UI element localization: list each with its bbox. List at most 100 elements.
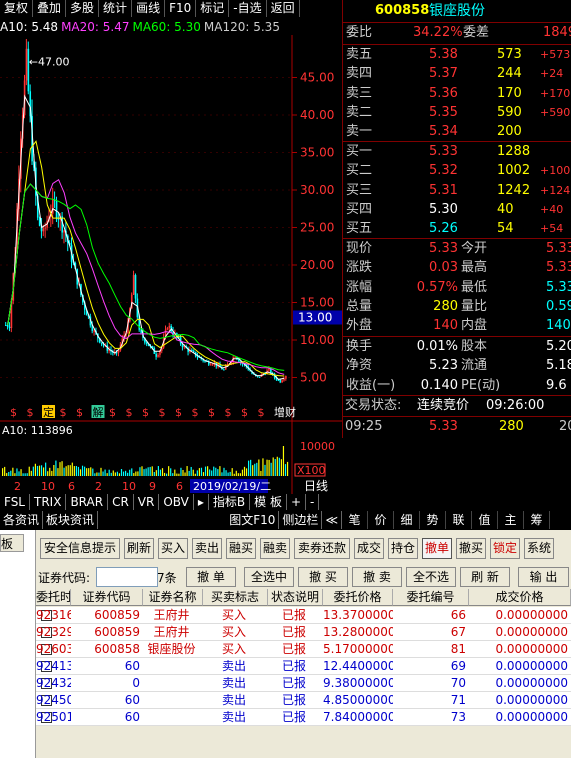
bid-row[interactable]: 买五 5.26 54 +54 bbox=[343, 220, 571, 239]
indicator-tab[interactable]: VR bbox=[134, 494, 160, 510]
bid-row[interactable]: 买三5.311242+1242 bbox=[343, 182, 571, 201]
volume-chart[interactable]: A10: 113896 10000 X100 2 10 6 2 10 9 6 2019/02/19/… bbox=[0, 422, 342, 494]
action-button[interactable]: 撤 卖 bbox=[352, 567, 402, 587]
action-button[interactable]: 撤 买 bbox=[298, 567, 348, 587]
indicator-tab[interactable]: CR bbox=[108, 494, 134, 510]
ask-row[interactable]: 卖一 5.34 200 bbox=[343, 123, 571, 142]
menu-item-6[interactable]: 标记 bbox=[196, 0, 230, 17]
quote-side-tab[interactable]: 值 bbox=[472, 511, 498, 529]
info-tab[interactable]: 板块资讯 bbox=[43, 511, 99, 529]
x-axis-tick: 9 bbox=[149, 480, 156, 493]
toolbar-button[interactable]: 撤单 bbox=[422, 538, 452, 559]
volume-bar bbox=[131, 468, 133, 476]
toolbar-button[interactable]: 安全信息提示 bbox=[40, 538, 120, 559]
order-row[interactable]: 92450 60 卖出 已报 4.85000000 71 0.00000000 bbox=[36, 692, 571, 709]
volume-bar bbox=[237, 473, 239, 476]
order-row[interactable]: 92432 0 卖出 已报 9.38000000 70 0.00000000 bbox=[36, 675, 571, 692]
column-header[interactable]: 委托时间 bbox=[36, 589, 71, 606]
indicator-tab[interactable]: BRAR bbox=[66, 494, 109, 510]
quote-side-tab[interactable]: 联 bbox=[446, 511, 472, 529]
action-button[interactable]: 输 出 bbox=[518, 567, 569, 587]
quote-side-tab[interactable]: 主 bbox=[498, 511, 524, 529]
toolbar-button[interactable]: 成交 bbox=[354, 538, 384, 559]
menu-item-5[interactable]: F10 bbox=[165, 0, 197, 17]
quote-side-tab[interactable]: 筹 bbox=[524, 511, 550, 529]
toolbar-button[interactable]: 卖出 bbox=[192, 538, 222, 559]
event-marker: $ bbox=[109, 406, 116, 419]
bid-row[interactable]: 买二5.321002+1002 bbox=[343, 162, 571, 181]
quote-side-tab[interactable]: 势 bbox=[420, 511, 446, 529]
order-row[interactable]: 92329 600859 王府井 买入 已报 13.28000000 67 0.0000000… bbox=[36, 624, 571, 641]
quote-side-tab[interactable]: 细 bbox=[394, 511, 420, 529]
candle-body bbox=[155, 353, 157, 357]
column-header[interactable]: 买卖标志 bbox=[203, 589, 268, 606]
indicator-tab[interactable]: 指标B bbox=[209, 494, 251, 510]
info-tab[interactable]: ≪ bbox=[322, 511, 342, 529]
toolbar-button[interactable]: 卖券还款 bbox=[294, 538, 350, 559]
x-axis-tick: 6 bbox=[176, 480, 183, 493]
indicator-tab[interactable]: + bbox=[287, 494, 307, 510]
ask-row[interactable]: 卖二 5.35 590 +590 bbox=[343, 104, 571, 123]
volume-bar bbox=[258, 459, 260, 476]
order-row[interactable]: 92603 600858 银座股份 买入 已报 5.17000000 81 0.0000000… bbox=[36, 641, 571, 658]
volume-bar bbox=[104, 469, 106, 476]
ask-row[interactable]: 卖三 5.36 170 +170 bbox=[343, 85, 571, 104]
indicator-tab[interactable]: OBV bbox=[159, 494, 194, 510]
table-cell: 0.00000000 bbox=[495, 710, 568, 724]
toolbar-button[interactable]: 持仓 bbox=[388, 538, 418, 559]
left-nav-tab[interactable]: 板 bbox=[0, 534, 24, 552]
column-header[interactable]: 证券代码 bbox=[71, 589, 143, 606]
indicator-tab[interactable]: 模 板 bbox=[250, 494, 287, 510]
candle-body bbox=[211, 364, 214, 366]
volume-bar bbox=[190, 466, 192, 476]
quote-side-tab[interactable]: 价 bbox=[368, 511, 394, 529]
ask-row[interactable]: 卖四 5.37 244 +24 bbox=[343, 65, 571, 84]
column-header[interactable]: 委托价格 bbox=[323, 589, 393, 606]
column-header[interactable]: 成交价格 bbox=[469, 589, 571, 606]
column-header[interactable]: 状态说明 bbox=[268, 589, 323, 606]
candle-body bbox=[132, 275, 135, 295]
toolbar-button[interactable]: 融卖 bbox=[260, 538, 290, 559]
volume-bar bbox=[172, 473, 174, 476]
indicator-tab[interactable]: ▸ bbox=[194, 494, 209, 510]
indicator-tab[interactable]: TRIX bbox=[30, 494, 67, 510]
quote-side-tab[interactable]: 笔 bbox=[342, 511, 368, 529]
toolbar-button[interactable]: 系统 bbox=[524, 538, 554, 559]
menu-item-3[interactable]: 统计 bbox=[99, 0, 133, 17]
menu-item-1[interactable]: 叠加 bbox=[33, 0, 67, 17]
info-tab[interactable]: 侧边栏 bbox=[279, 511, 323, 529]
menu-item-2[interactable]: 多股 bbox=[66, 0, 100, 17]
indicator-tab[interactable]: - bbox=[306, 494, 320, 510]
bid-row[interactable]: 买四 5.30 40 +40 bbox=[343, 201, 571, 220]
volume-bar bbox=[63, 467, 65, 476]
order-row[interactable]: 92413 60 卖出 已报 12.44000000 69 0.00000000 bbox=[36, 658, 571, 675]
info-tab[interactable]: 各资讯 bbox=[0, 511, 44, 529]
toolbar-button[interactable]: 撤买 bbox=[456, 538, 486, 559]
menu-item-7[interactable]: -自选 bbox=[229, 0, 267, 17]
candle-body bbox=[191, 349, 193, 351]
action-button[interactable]: 撤 单 bbox=[186, 567, 236, 587]
kline-chart[interactable]: 45.00 40.00 35.00 30.00 25.00 20.00 15.00 10.00… bbox=[0, 35, 342, 422]
toolbar-button[interactable]: 刷新 bbox=[124, 538, 154, 559]
stock-code-input[interactable] bbox=[96, 567, 158, 587]
action-button[interactable]: 全不选 bbox=[406, 567, 456, 587]
toolbar-button[interactable]: 锁定 bbox=[490, 538, 520, 559]
menu-item-8[interactable]: 返回 bbox=[267, 0, 300, 17]
stat-row: 涨跌 0.03 最高 5.33 bbox=[346, 260, 571, 276]
order-row[interactable]: 92316 600859 王府井 买入 已报 13.37000000 66 0.0000000… bbox=[36, 607, 571, 624]
info-tab[interactable]: 图文F10 bbox=[226, 511, 280, 529]
event-marker: $ bbox=[241, 406, 248, 419]
order-row[interactable]: 92501 60 卖出 已报 7.84000000 73 0.00000000 bbox=[36, 709, 571, 726]
menu-item-0[interactable]: 复权 bbox=[0, 0, 34, 17]
menu-item-4[interactable]: 画线 bbox=[132, 0, 166, 17]
toolbar-button[interactable]: 买入 bbox=[158, 538, 188, 559]
bid-row[interactable]: 买一 5.33 1288 bbox=[343, 143, 571, 162]
indicator-tab[interactable]: FSL bbox=[0, 494, 30, 510]
toolbar-button[interactable]: 融买 bbox=[226, 538, 256, 559]
action-button[interactable]: 刷 新 bbox=[460, 567, 510, 587]
ask-row[interactable]: 卖五 5.38 573 +573 bbox=[343, 46, 571, 65]
column-header[interactable]: 证券名称 bbox=[143, 589, 203, 606]
table-cell: 王府井 bbox=[153, 625, 190, 639]
action-button[interactable]: 全选中 bbox=[244, 567, 294, 587]
column-header[interactable]: 委托编号 bbox=[393, 589, 469, 606]
